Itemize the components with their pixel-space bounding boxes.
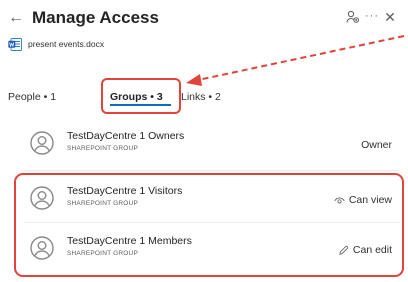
close-icon[interactable]: ✕	[382, 9, 398, 25]
back-arrow-icon[interactable]: ←	[8, 8, 24, 28]
tab-people[interactable]: People • 1	[8, 90, 56, 104]
annotation-highlight-groups-tab	[101, 78, 181, 114]
file-info: present events.docx	[8, 37, 104, 51]
annotation-highlight-group-rows	[14, 173, 404, 277]
more-options-icon[interactable]: ···	[364, 8, 380, 24]
permission-text: Owner	[361, 139, 392, 151]
share-people-icon[interactable]	[345, 9, 361, 25]
group-row-owners[interactable]: TestDayCentre 1 Owners SHAREPOINT GROUP …	[0, 127, 408, 159]
group-avatar-icon	[30, 131, 54, 155]
group-name: TestDayCentre 1 Owners	[67, 130, 185, 142]
tab-links[interactable]: Links • 2	[181, 90, 221, 104]
group-type: SHAREPOINT GROUP	[67, 145, 138, 152]
page-title: Manage Access	[32, 8, 159, 27]
permission-label[interactable]: Owner	[361, 139, 392, 151]
manage-access-panel: ← Manage Access ··· ✕ present events.doc…	[0, 0, 408, 282]
row-divider	[24, 170, 400, 171]
word-doc-icon	[8, 37, 22, 51]
file-name: present events.docx	[28, 39, 105, 49]
